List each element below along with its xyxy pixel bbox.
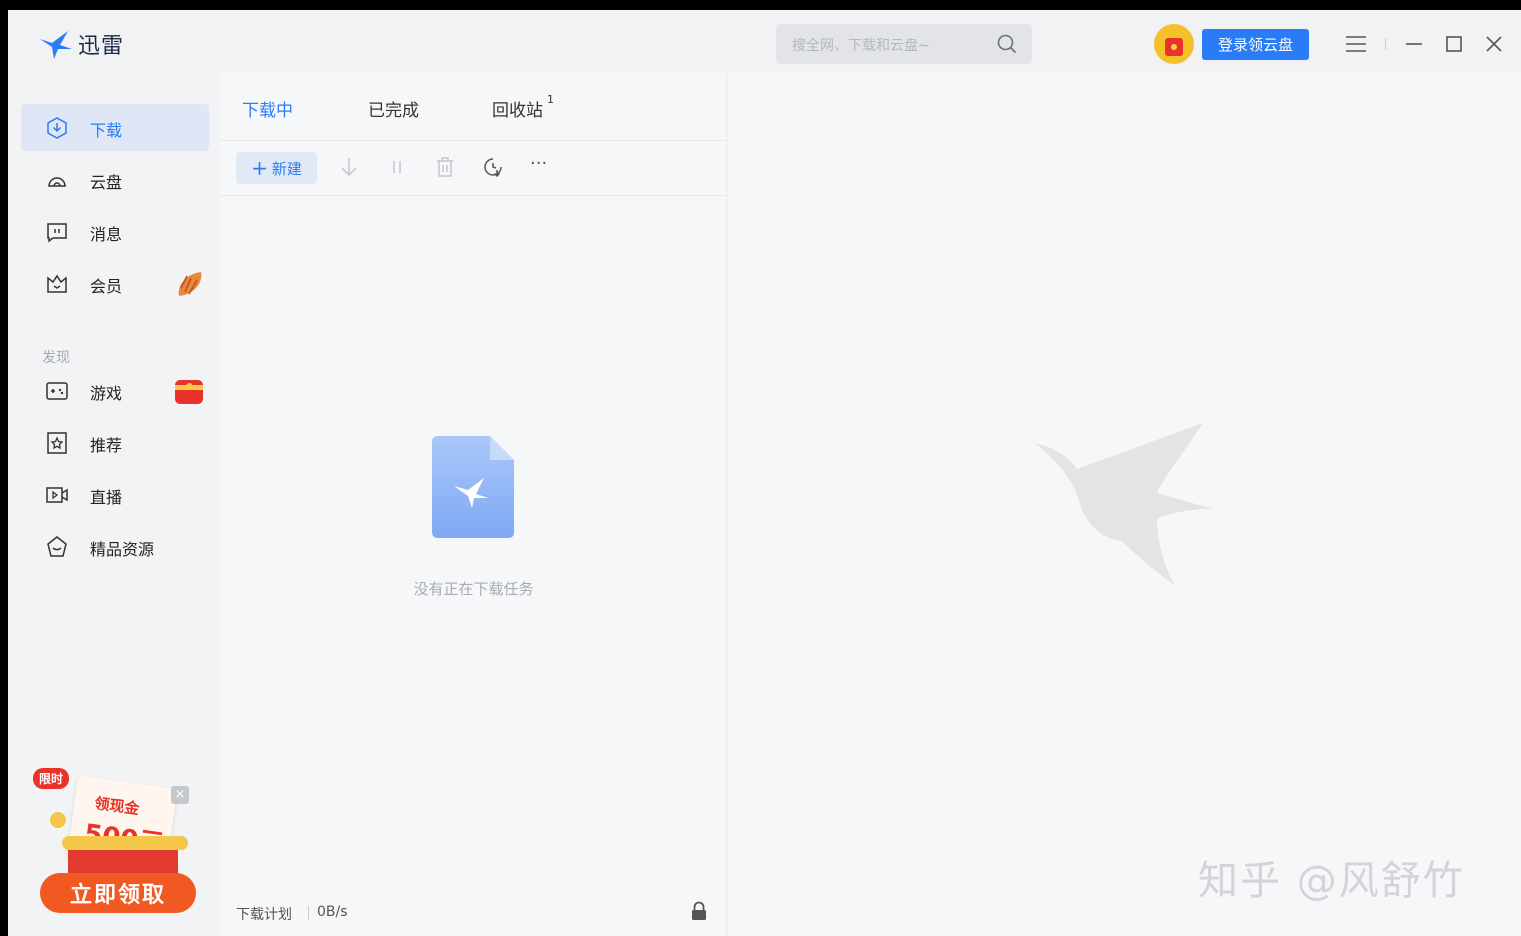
- plus-icon: +: [251, 156, 268, 180]
- section-label-discover: 发现: [42, 350, 70, 366]
- xunlei-bird-icon: [40, 31, 72, 59]
- download-panel: 下载中 已完成 回收站 1 + 新建 ··· 没有正在下载任务 下载计划 0B/s: [220, 73, 727, 936]
- sidebar-item-label: 下载: [90, 121, 123, 140]
- detail-pane: 知乎 @风舒竹: [728, 73, 1521, 936]
- sidebar-item-message[interactable]: 消息: [21, 208, 209, 255]
- download-plan-link[interactable]: 下载计划: [236, 904, 292, 924]
- gem-icon: [47, 536, 67, 557]
- more-icon[interactable]: ···: [530, 153, 547, 174]
- toolbar: + 新建 ···: [220, 141, 727, 196]
- sidebar-item-premium-resources[interactable]: 精品资源: [21, 523, 209, 570]
- recycle-count: 1: [547, 93, 554, 107]
- sidebar-item-live[interactable]: 直播: [21, 471, 209, 518]
- video-icon: [46, 487, 68, 503]
- coin-icon: [50, 812, 66, 828]
- title-separator: [1385, 38, 1386, 50]
- start-download-icon[interactable]: [337, 155, 361, 179]
- search-input[interactable]: 搜全网、下载和云盘~: [792, 35, 930, 55]
- watermark-text: 知乎 @风舒竹: [1198, 858, 1465, 904]
- tab-label: 回收站: [492, 101, 543, 121]
- footer-separator: [308, 906, 309, 920]
- minimize-icon[interactable]: [1400, 30, 1428, 58]
- lock-icon[interactable]: [690, 901, 708, 921]
- sidebar-item-games[interactable]: 游戏: [21, 367, 209, 414]
- croissant-icon: [178, 272, 202, 296]
- close-icon[interactable]: [1480, 30, 1508, 58]
- download-speed: 0B/s: [317, 904, 348, 920]
- sidebar-item-label: 直播: [90, 488, 123, 507]
- claim-button[interactable]: 立即领取: [40, 873, 196, 913]
- sidebar-item-label: 精品资源: [90, 540, 155, 559]
- empty-state-text: 没有正在下载任务: [413, 580, 534, 598]
- sidebar-item-label: 消息: [90, 225, 123, 244]
- promo-close-icon[interactable]: ×: [171, 786, 189, 804]
- sidebar-item-vip[interactable]: 会员: [21, 260, 209, 307]
- promo-banner[interactable]: 领现金 500元 限时 × 立即领取: [30, 768, 210, 918]
- sidebar-item-label: 会员: [90, 277, 123, 296]
- sidebar: 下载 云盘 消息 会员 发现 游戏 推荐 直播 精品资源 领现金 限时 × 立即…: [8, 73, 220, 936]
- tab-downloading[interactable]: 下载中: [242, 96, 293, 121]
- gamepad-icon: [46, 382, 68, 400]
- empty-file-icon: [432, 436, 514, 538]
- sidebar-item-cloud[interactable]: 云盘: [21, 156, 209, 203]
- new-task-button[interactable]: + 新建: [236, 152, 317, 184]
- message-icon: [47, 223, 67, 243]
- maximize-icon[interactable]: [1440, 30, 1468, 58]
- crown-icon: [47, 274, 67, 293]
- gold-ribbon: [62, 836, 188, 850]
- promo-tag: 限时: [33, 768, 70, 789]
- scheduled-download-icon[interactable]: [481, 155, 505, 179]
- xunlei-bird-watermark-icon: [1035, 423, 1213, 585]
- sidebar-item-download[interactable]: 下载: [21, 104, 209, 151]
- sidebar-item-label: 推荐: [90, 436, 123, 455]
- pause-icon[interactable]: [385, 155, 409, 179]
- search-icon[interactable]: [996, 33, 1018, 55]
- red-envelope-icon: [175, 380, 203, 404]
- menu-icon[interactable]: [1342, 30, 1370, 58]
- tab-completed[interactable]: 已完成: [368, 96, 419, 121]
- tab-bar: 下载中 已完成 回收站 1: [220, 73, 727, 141]
- title-bar: 迅雷 搜全网、下载和云盘~ 登录领云盘: [8, 10, 1521, 73]
- app-logo[interactable]: 迅雷: [38, 28, 124, 60]
- sidebar-item-label: 云盘: [90, 173, 123, 192]
- app-name: 迅雷: [78, 34, 125, 59]
- cloud-icon: [48, 177, 66, 187]
- app-window: 迅雷 搜全网、下载和云盘~ 登录领云盘 下载 云盘 消息 会员 发现 游戏 推荐…: [8, 10, 1521, 936]
- red-envelope-avatar[interactable]: [1154, 24, 1194, 64]
- new-task-label: 新建: [271, 159, 302, 178]
- star-icon: [47, 432, 67, 454]
- sidebar-item-label: 游戏: [90, 384, 123, 403]
- sidebar-item-recommend[interactable]: 推荐: [21, 419, 209, 466]
- search-box[interactable]: 搜全网、下载和云盘~: [776, 24, 1032, 64]
- delete-icon[interactable]: [433, 155, 457, 179]
- download-icon: [47, 117, 67, 139]
- tab-recycle-bin[interactable]: 回收站 1: [492, 93, 554, 121]
- login-button[interactable]: 登录领云盘: [1202, 29, 1309, 60]
